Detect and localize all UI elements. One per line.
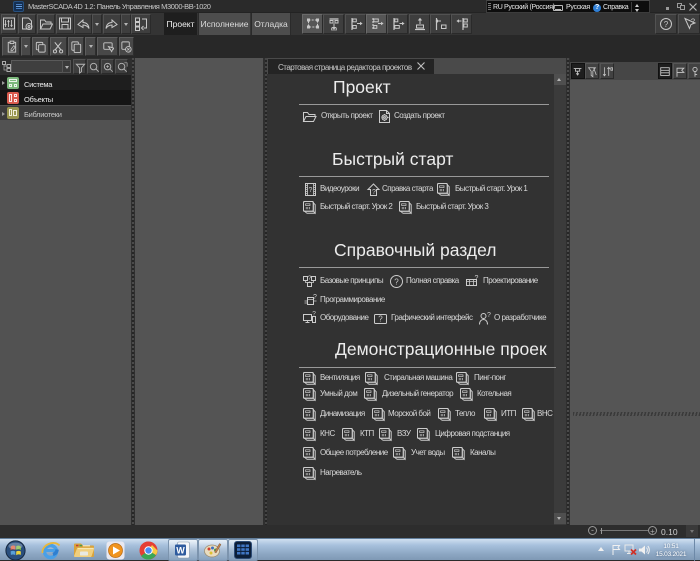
svg-text:?: ? [372,189,376,196]
svg-text:?: ? [312,311,316,318]
svg-text:?: ? [475,275,479,282]
svg-text:?: ? [487,312,491,319]
svg-text:?: ? [664,20,669,29]
svg-text:W: W [176,546,185,556]
svg-text:?: ? [691,17,695,26]
svg-text:?: ? [394,278,399,287]
svg-text:?: ? [308,275,312,282]
svg-text:?: ? [378,315,383,324]
svg-text:?: ? [309,187,313,194]
svg-text:?: ? [313,294,317,301]
